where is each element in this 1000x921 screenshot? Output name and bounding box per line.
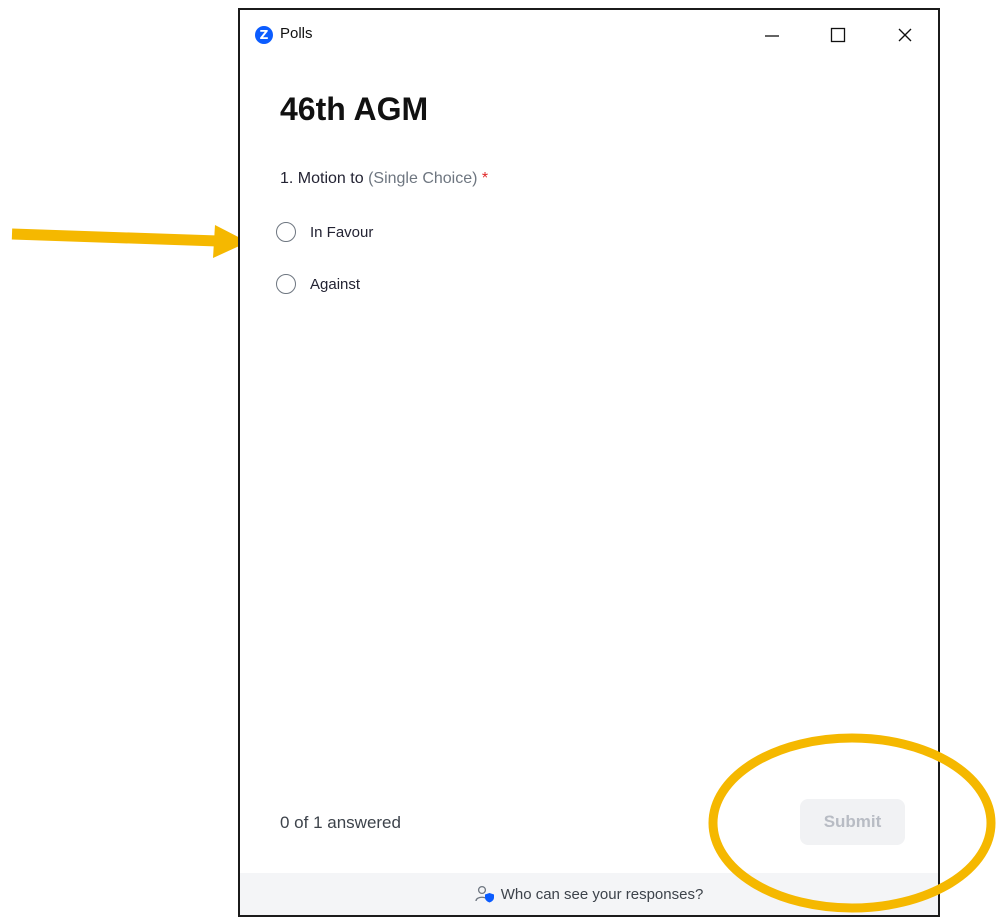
close-button[interactable] — [883, 10, 927, 60]
annotation-circle — [708, 733, 996, 913]
zoom-logo-icon: Z — [255, 26, 273, 44]
title-bar: Z Polls — [240, 10, 938, 60]
question-text: 1. Motion to (Single Choice) * — [280, 170, 488, 188]
option-in-favour[interactable]: In Favour — [276, 222, 373, 242]
privacy-link-text: Who can see your responses? — [500, 885, 704, 903]
answered-count: 0 of 1 answered — [280, 813, 401, 832]
required-marker: * — [481, 170, 489, 187]
close-icon — [898, 28, 912, 42]
radio-button[interactable] — [276, 222, 296, 242]
option-against[interactable]: Against — [276, 274, 360, 294]
maximize-icon — [830, 27, 846, 43]
privacy-link[interactable]: Who can see your responses? — [475, 885, 704, 903]
minimize-button[interactable] — [750, 10, 794, 60]
user-shield-icon — [475, 885, 494, 903]
window-title: Polls — [280, 25, 313, 42]
option-label: In Favour — [310, 223, 374, 241]
question-label: 1. Motion to — [280, 170, 364, 187]
question-type: (Single Choice) — [368, 170, 478, 187]
annotation-arrow — [11, 225, 248, 258]
maximize-button[interactable] — [816, 10, 860, 60]
minimize-icon — [765, 35, 779, 37]
screenshot-canvas: Z Polls 46th AGM 1. Motion to (Single Ch… — [0, 0, 1000, 921]
option-label: Against — [310, 275, 361, 293]
radio-button[interactable] — [276, 274, 296, 294]
poll-title: 46th AGM — [280, 91, 429, 127]
